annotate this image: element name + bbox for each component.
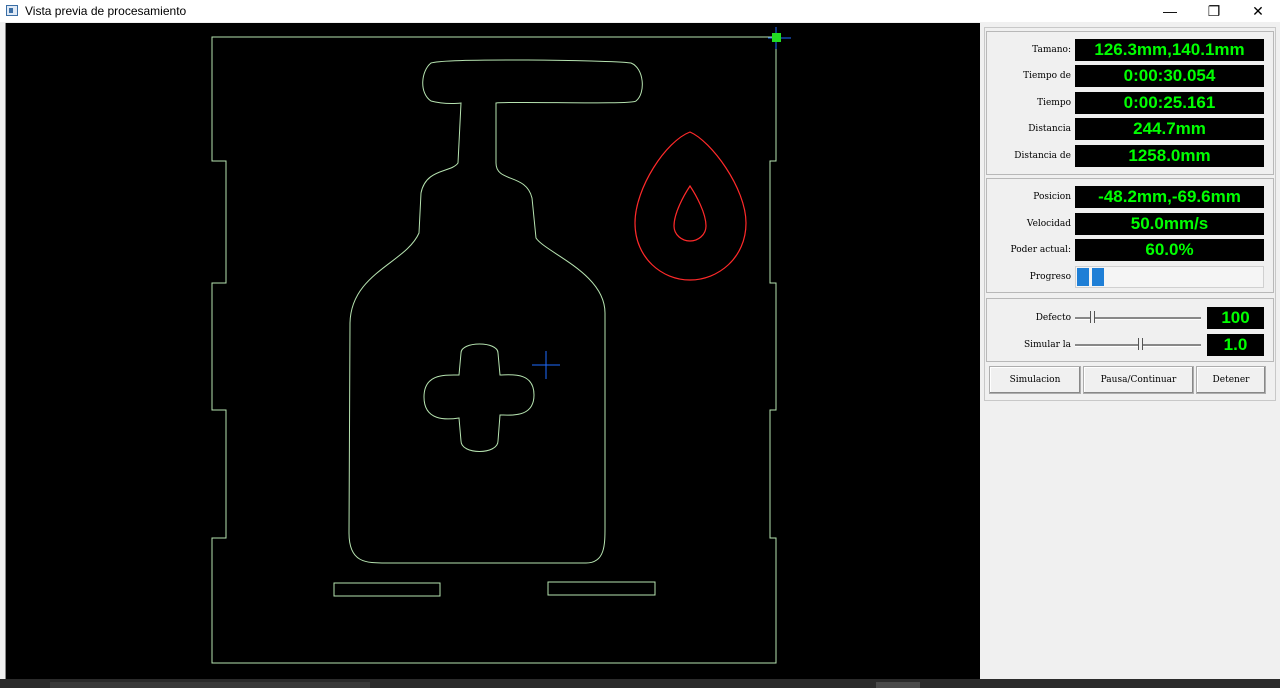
simulate-speed-row: Simular la 1.0 — [987, 332, 1275, 358]
time-row: Tiempo 0:00:25.161 — [987, 90, 1275, 116]
drop-outer — [634, 131, 747, 281]
progress-row: Progreso — [987, 264, 1275, 290]
slot-right — [547, 581, 656, 596]
taskbar-segment — [50, 682, 370, 688]
size-label: Tamano: — [1032, 45, 1071, 55]
power-row: Poder actual: 60.0% — [987, 237, 1275, 263]
total-distance-row: Distancia de 1258.0mm — [987, 143, 1275, 169]
distance-row: Distancia 244.7mm — [987, 116, 1275, 142]
simulate-button[interactable]: Simulacion — [989, 366, 1081, 394]
progress-bar-fill — [1077, 268, 1107, 286]
position-row: Posicion -48.2mm,-69.6mm — [987, 184, 1275, 210]
size-row: Tamano: 126.3mm,140.1mm — [987, 37, 1275, 63]
info-group: Tamano: 126.3mm,140.1mm Tiempo de 0:00:3… — [986, 31, 1274, 175]
simulate-speed-slider-thumb[interactable] — [1138, 338, 1143, 350]
speed-value: 50.0mm/s — [1075, 213, 1264, 235]
window-title: Vista previa de procesamiento — [25, 4, 187, 18]
default-row: Defecto 100 — [987, 305, 1275, 331]
total-time-row: Tiempo de 0:00:30.054 — [987, 63, 1275, 89]
simulate-speed-slider[interactable] — [1075, 338, 1201, 350]
title-bar: Vista previa de procesamiento — ❐ ✕ — [0, 0, 1280, 22]
crosshair-cursor-icon — [532, 351, 560, 379]
default-slider[interactable] — [1075, 311, 1201, 323]
distance-value: 244.7mm — [1075, 118, 1264, 140]
pause-continue-button[interactable]: Pausa/Continuar — [1083, 366, 1194, 394]
taskbar-strip — [0, 679, 1280, 688]
position-label: Posicion — [1033, 192, 1071, 202]
control-panel: Tamano: 126.3mm,140.1mm Tiempo de 0:00:3… — [980, 23, 1280, 679]
power-label: Poder actual: — [1010, 245, 1071, 255]
minimize-button[interactable]: — — [1148, 0, 1192, 22]
speed-row: Velocidad 50.0mm/s — [987, 211, 1275, 237]
total-time-label: Tiempo de — [1023, 71, 1071, 81]
total-distance-value: 1258.0mm — [1075, 145, 1264, 167]
simulate-speed-value: 1.0 — [1207, 334, 1264, 356]
speed-label: Velocidad — [1026, 219, 1071, 229]
stop-button[interactable]: Detener — [1196, 366, 1266, 394]
default-label: Defecto — [1035, 313, 1071, 323]
close-button[interactable]: ✕ — [1236, 0, 1280, 22]
progress-bar — [1075, 266, 1264, 288]
distance-label: Distancia — [1028, 124, 1071, 134]
frame-outline — [211, 36, 777, 664]
total-distance-label: Distancia de — [1014, 151, 1071, 161]
plus-outline — [423, 343, 535, 452]
total-time-value: 0:00:30.054 — [1075, 65, 1264, 87]
preview-canvas[interactable] — [5, 23, 981, 679]
app-icon — [6, 5, 18, 16]
taskbar-segment — [876, 682, 920, 688]
time-label: Tiempo — [1037, 98, 1071, 108]
origin-marker-icon — [768, 27, 791, 49]
progress-label: Progreso — [1029, 272, 1071, 282]
default-slider-thumb[interactable] — [1090, 311, 1095, 323]
simulate-speed-label: Simular la — [1023, 340, 1071, 350]
size-value: 126.3mm,140.1mm — [1075, 39, 1264, 61]
slot-left — [333, 582, 441, 597]
bottle-pump-outline — [348, 59, 643, 564]
position-value: -48.2mm,-69.6mm — [1075, 186, 1264, 208]
preview-drawing — [211, 27, 791, 664]
drop-inner — [673, 184, 707, 242]
default-value: 100 — [1207, 307, 1264, 329]
restore-button[interactable]: ❐ — [1192, 0, 1236, 22]
time-value: 0:00:25.161 — [1075, 92, 1264, 114]
slider-group: Defecto 100 Simular la 1.0 — [986, 298, 1274, 362]
status-group: Posicion -48.2mm,-69.6mm Velocidad 50.0m… — [986, 178, 1274, 293]
power-value: 60.0% — [1075, 239, 1264, 261]
